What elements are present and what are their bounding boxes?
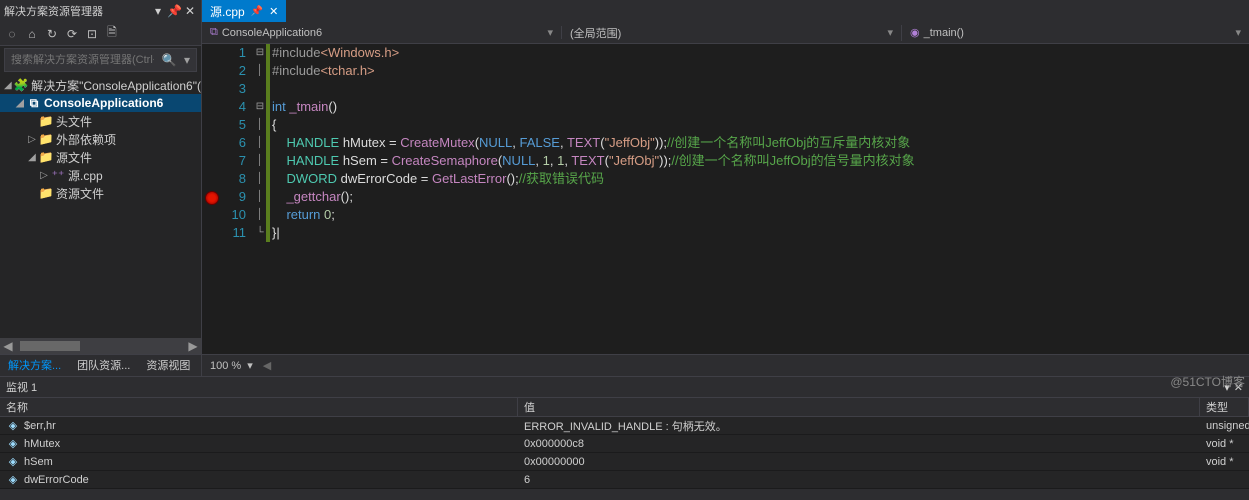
variable-icon: ◈ — [6, 473, 20, 486]
ctx-scope-label: (全局范围) — [570, 25, 621, 41]
variable-icon: ◈ — [6, 455, 20, 468]
code-area[interactable]: #include<Windows.h>#include<tchar.h> int… — [270, 44, 1249, 354]
file-tab-active[interactable]: 源.cpp 📌 ✕ — [202, 0, 286, 22]
variable-icon: ◈ — [6, 419, 20, 432]
watch-row[interactable]: ◈dwErrorCode 6 — [0, 471, 1249, 489]
line-gutter: 1234567891011 — [222, 44, 252, 354]
watermark: @51CTO博客 — [1170, 373, 1245, 390]
solution-search[interactable]: 🔍 ▾ — [4, 48, 197, 72]
folder-icon: 📁 — [38, 132, 54, 146]
tree-label: 头文件 — [56, 113, 92, 130]
project-node[interactable]: ◢ ⧉ ConsoleApplication6 — [0, 94, 201, 112]
solution-explorer-title: 解决方案资源管理器 — [4, 3, 149, 19]
scroll-right-icon[interactable]: ▶ — [185, 339, 201, 353]
chevron-down-icon[interactable]: ▾ — [887, 26, 893, 39]
glyph-margin[interactable] — [202, 44, 222, 354]
ctx-project-label: ConsoleApplication6 — [222, 27, 322, 39]
watch-header: 名称 值 类型 — [0, 397, 1249, 417]
solution-label: 解决方案"ConsoleApplication6"( — [31, 77, 201, 94]
variable-icon: ◈ — [6, 437, 20, 450]
editor-footer: 100 % ▾ ◀ — [202, 354, 1249, 376]
ctx-function[interactable]: ◉ _tmain() ▾ — [902, 26, 1249, 39]
h-scrollbar[interactable]: ◀ ▶ — [0, 338, 201, 354]
folder-icon: 📁 — [38, 186, 54, 200]
watch-row[interactable]: ◈$err,hr ERROR_INVALID_HANDLE : 句柄无效。 un… — [0, 417, 1249, 435]
search-dropdown-icon[interactable]: ▾ — [178, 53, 196, 67]
zoom-label[interactable]: 100 % — [210, 360, 241, 372]
tab-solution[interactable]: 解决方案... — [0, 355, 69, 376]
expand-icon[interactable]: ▷ — [26, 134, 38, 145]
solution-toolbar: ◌ ⌂ ↻ ⟳ ⊡ 🗎 — [0, 22, 201, 46]
editor-tab-strip: 源.cpp 📌 ✕ — [202, 0, 1249, 22]
chevron-down-icon[interactable]: ▾ — [547, 26, 553, 39]
ctx-project[interactable]: ⧉ ConsoleApplication6 ▾ — [202, 26, 562, 39]
chevron-down-icon[interactable]: ▾ — [247, 359, 253, 372]
file-tab-label: 源.cpp — [210, 3, 245, 20]
watch-rows: ◈$err,hr ERROR_INVALID_HANDLE : 句柄无效。 un… — [0, 417, 1249, 489]
scroll-thumb[interactable] — [20, 341, 80, 351]
watch-title-bar: 监视 1 ▾ ✕ — [0, 377, 1249, 397]
function-icon: ◉ — [910, 26, 920, 39]
tree-headers[interactable]: 📁 头文件 — [0, 112, 201, 130]
tab-team[interactable]: 团队资源... — [69, 355, 138, 376]
tree-sources[interactable]: ◢ 📁 源文件 — [0, 148, 201, 166]
cpp-file-icon: ⁺⁺ — [50, 168, 66, 182]
dropdown-icon[interactable]: ▾ — [151, 4, 165, 18]
solution-node[interactable]: ◢ 🧩 解决方案"ConsoleApplication6"( — [0, 76, 201, 94]
solution-explorer-header: 解决方案资源管理器 ▾ 📌 ✕ — [0, 0, 201, 22]
close-icon[interactable]: ✕ — [183, 4, 197, 18]
sync-icon[interactable]: ↻ — [44, 26, 60, 42]
watch-row[interactable]: ◈hSem 0x00000000 void * — [0, 453, 1249, 471]
project-icon: ⧉ — [26, 96, 42, 111]
solution-tree: ◢ 🧩 解决方案"ConsoleApplication6"( ◢ ⧉ Conso… — [0, 74, 201, 338]
watch-row[interactable]: ◈hMutex 0x000000c8 void * — [0, 435, 1249, 453]
tree-label: 源.cpp — [68, 167, 103, 184]
solution-icon: 🧩 — [14, 78, 29, 92]
watch-title: 监视 1 — [6, 379, 37, 395]
col-value[interactable]: 值 — [518, 398, 1200, 416]
col-type[interactable]: 类型 — [1200, 398, 1249, 416]
scroll-left-icon[interactable]: ◀ — [0, 339, 16, 353]
search-input[interactable] — [5, 54, 160, 66]
explorer-bottom-tabs: 解决方案... 团队资源... 资源视图 — [0, 354, 201, 376]
col-name[interactable]: 名称 — [0, 398, 518, 416]
expand-icon[interactable]: ◢ — [26, 152, 38, 163]
project-icon: ⧉ — [210, 26, 218, 39]
back-icon[interactable]: ◌ — [4, 26, 20, 42]
tab-resview[interactable]: 资源视图 — [138, 355, 198, 376]
fold-column[interactable]: ⊟│ ⊟││││││└ — [252, 44, 266, 354]
tree-resources[interactable]: 📁 资源文件 — [0, 184, 201, 202]
pin-icon[interactable]: 📌 — [167, 4, 181, 18]
chevron-down-icon[interactable]: ▾ — [1235, 26, 1241, 39]
expand-icon[interactable]: ◢ — [2, 80, 14, 91]
scroll-left-icon[interactable]: ◀ — [263, 359, 271, 372]
watch-panel: 监视 1 ▾ ✕ 名称 值 类型 ◈$err,hr ERROR_INVALID_… — [0, 376, 1249, 489]
folder-icon: 📁 — [38, 150, 54, 164]
expand-icon[interactable]: ◢ — [14, 98, 26, 109]
tree-label: 外部依赖项 — [56, 131, 116, 148]
breakpoint-icon[interactable] — [205, 191, 219, 205]
ctx-scope[interactable]: (全局范围) ▾ — [562, 25, 902, 41]
ctx-function-label: _tmain() — [924, 27, 964, 39]
solution-explorer: 解决方案资源管理器 ▾ 📌 ✕ ◌ ⌂ ↻ ⟳ ⊡ 🗎 🔍 ▾ ◢ 🧩 解决方案… — [0, 0, 202, 376]
tree-external[interactable]: ▷ 📁 外部依赖项 — [0, 130, 201, 148]
collapse-icon[interactable]: ⊡ — [84, 26, 100, 42]
code-editor[interactable]: 1234567891011 ⊟│ ⊟││││││└ #include<Windo… — [202, 44, 1249, 354]
folder-icon: 📁 — [38, 114, 54, 128]
refresh-icon[interactable]: ⟳ — [64, 26, 80, 42]
tree-label: 源文件 — [56, 149, 92, 166]
search-icon[interactable]: 🔍 — [160, 53, 178, 67]
properties-icon[interactable]: 🗎 — [104, 26, 120, 42]
project-label: ConsoleApplication6 — [44, 96, 163, 110]
editor-context-bar: ⧉ ConsoleApplication6 ▾ (全局范围) ▾ ◉ _tmai… — [202, 22, 1249, 44]
expand-icon[interactable]: ▷ — [38, 170, 50, 181]
tree-source-cpp[interactable]: ▷ ⁺⁺ 源.cpp — [0, 166, 201, 184]
tree-label: 资源文件 — [56, 185, 104, 202]
pin-icon[interactable]: 📌 — [251, 6, 263, 17]
close-icon[interactable]: ✕ — [269, 5, 278, 18]
home-icon[interactable]: ⌂ — [24, 26, 40, 42]
editor-pane: 源.cpp 📌 ✕ ⧉ ConsoleApplication6 ▾ (全局范围)… — [202, 0, 1249, 376]
